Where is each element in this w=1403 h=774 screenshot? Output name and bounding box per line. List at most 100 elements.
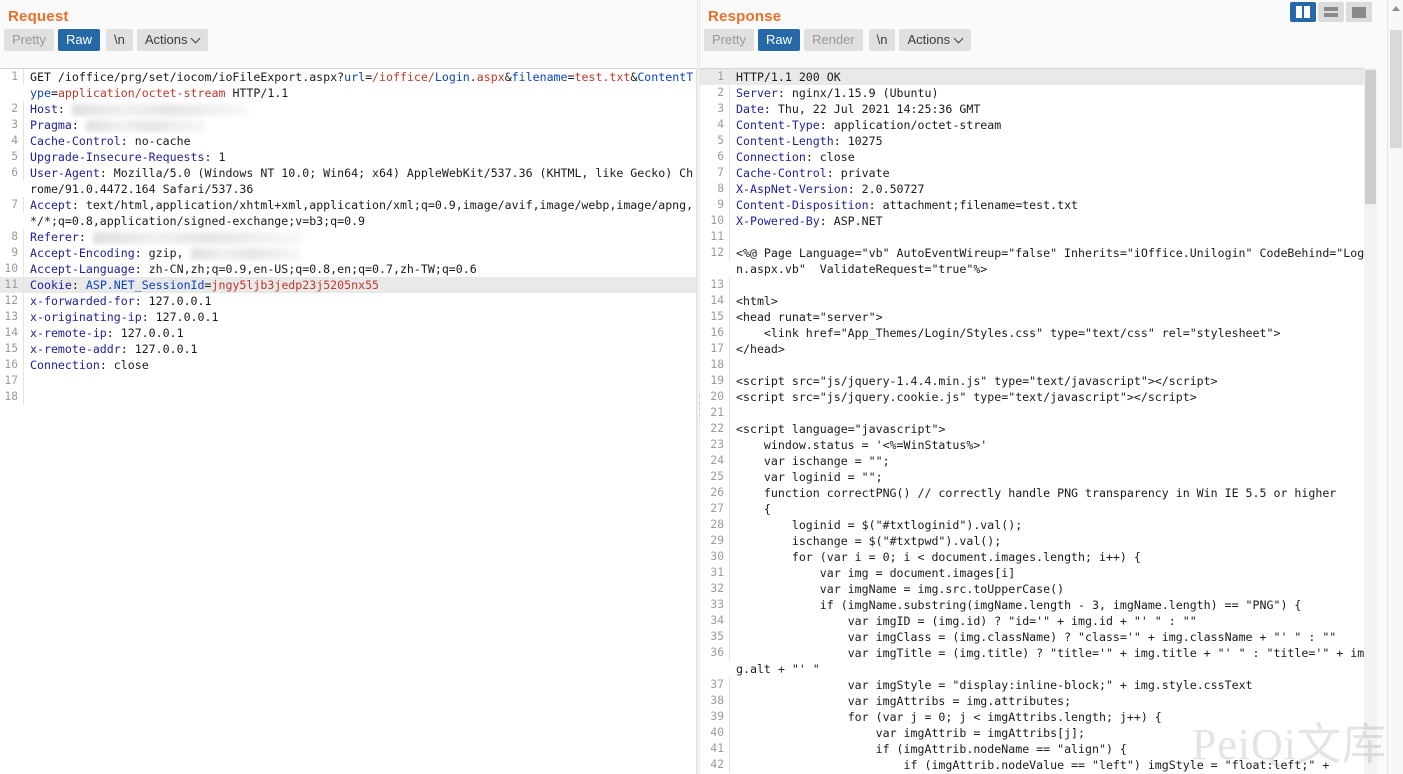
code-line: 23 window.status = '<%=WinStatus%>' bbox=[700, 437, 1377, 453]
code-line: 32 var imgName = img.src.toUpperCase() bbox=[700, 581, 1377, 597]
response-tab-render[interactable]: Render bbox=[803, 29, 863, 51]
code-line: 14 <html> bbox=[700, 293, 1377, 309]
code-line: 17 bbox=[0, 373, 696, 389]
code-line: 2 Host: bbox=[0, 101, 696, 117]
line-number: 15 bbox=[0, 341, 24, 357]
line-content: Content-Type: application/octet-stream bbox=[736, 118, 1002, 132]
request-title: Request bbox=[8, 8, 69, 25]
code-line: 28 loginid = $("#txtloginid").val(); bbox=[700, 517, 1377, 533]
response-actions-label: Actions bbox=[907, 32, 951, 47]
code-line: 40 var imgAttrib = imgAttribs[j]; bbox=[700, 725, 1377, 741]
request-code-area[interactable]: 1 GET /ioffice/prg/set/iocom/ioFileExport… bbox=[0, 69, 696, 774]
line-number: 13 bbox=[0, 309, 24, 325]
code-line: 25 var loginid = ""; bbox=[700, 469, 1377, 485]
line-number: 40 bbox=[700, 725, 730, 741]
response-tab-pretty[interactable]: Pretty bbox=[704, 29, 754, 51]
line-content: var imgAttrib = imgAttribs[j]; bbox=[736, 726, 1086, 740]
response-vertical-scrollbar[interactable] bbox=[1364, 68, 1377, 774]
split-horizontal-view-button[interactable] bbox=[1318, 2, 1344, 22]
line-number: 11 bbox=[700, 229, 730, 245]
line-number: 5 bbox=[0, 149, 24, 165]
line-number: 10 bbox=[700, 213, 730, 229]
window-vertical-scrollbar[interactable] bbox=[1387, 0, 1403, 774]
line-content: <%@ Page Language="vb" AutoEventWireup="… bbox=[736, 246, 1372, 276]
response-editor[interactable]: 1 HTTP/1.1 200 OK 2 Server: nginx/1.15.9 (U… bbox=[700, 68, 1377, 774]
code-line: 5 Upgrade-Insecure-Requests: 1 bbox=[0, 149, 696, 165]
line-content: X-AspNet-Version: 2.0.50727 bbox=[736, 182, 925, 196]
line-number: 18 bbox=[0, 389, 24, 405]
line-content: var loginid = ""; bbox=[736, 470, 883, 484]
line-content: User-Agent: Mozilla/5.0 (Windows NT 10.0… bbox=[30, 166, 694, 196]
line-number: 27 bbox=[700, 501, 730, 517]
line-number: 19 bbox=[700, 373, 730, 389]
line-number: 13 bbox=[700, 277, 730, 293]
code-line: 9 Accept-Encoding: gzip, bbox=[0, 245, 696, 261]
line-number: 11 bbox=[0, 277, 24, 293]
line-number: 32 bbox=[700, 581, 730, 597]
line-content bbox=[730, 357, 1377, 373]
line-number: 18 bbox=[700, 357, 730, 373]
code-line: 6 Connection: close bbox=[700, 149, 1377, 165]
code-line: 12 x-forwarded-for: 127.0.0.1 bbox=[0, 293, 696, 309]
code-line: 29 ischange = $("#txtpwd").val(); bbox=[700, 533, 1377, 549]
line-number: 41 bbox=[700, 741, 730, 757]
line-number: 23 bbox=[700, 437, 730, 453]
code-line: 16 Connection: close bbox=[0, 357, 696, 373]
line-number: 20 bbox=[700, 389, 730, 405]
line-content: var imgClass = (img.className) ? "class=… bbox=[736, 630, 1337, 644]
line-number: 38 bbox=[700, 693, 730, 709]
request-tab-raw[interactable]: Raw bbox=[57, 29, 100, 51]
request-actions-button[interactable]: Actions bbox=[136, 29, 209, 51]
code-line: 4 Cache-Control: no-cache bbox=[0, 133, 696, 149]
line-content: <script src="js/jquery-1.4.4.min.js" typ… bbox=[736, 374, 1218, 388]
single-pane-view-button[interactable] bbox=[1346, 2, 1372, 22]
window-scroll-thumb[interactable] bbox=[1390, 30, 1402, 148]
line-number: 34 bbox=[700, 613, 730, 629]
line-number: 6 bbox=[0, 165, 24, 181]
line-number: 24 bbox=[700, 453, 730, 469]
request-tab-pretty[interactable]: Pretty bbox=[4, 29, 54, 51]
request-tab-newline[interactable]: \n bbox=[105, 29, 133, 51]
line-number: 17 bbox=[0, 373, 24, 389]
line-number: 31 bbox=[700, 565, 730, 581]
line-number: 26 bbox=[700, 485, 730, 501]
line-content: GET /ioffice/prg/set/iocom/ioFileExport.… bbox=[30, 70, 694, 100]
line-content: x-forwarded-for: 127.0.0.1 bbox=[30, 294, 212, 308]
line-number: 3 bbox=[700, 101, 730, 117]
code-line: 8 Referer: bbox=[0, 229, 696, 245]
response-tab-raw[interactable]: Raw bbox=[757, 29, 800, 51]
request-pane: Request Pretty Raw \n Actions 1 GET /ioff… bbox=[0, 0, 697, 774]
line-content: Pragma: bbox=[24, 117, 696, 133]
code-line: 10 X-Powered-By: ASP.NET bbox=[700, 213, 1377, 229]
line-content bbox=[730, 277, 1377, 293]
line-number: 29 bbox=[700, 533, 730, 549]
code-line: 15 x-remote-addr: 127.0.0.1 bbox=[0, 341, 696, 357]
line-content bbox=[730, 229, 1377, 245]
split-vertical-view-button[interactable] bbox=[1290, 2, 1316, 22]
code-line: 15 <head runat="server"> bbox=[700, 309, 1377, 325]
line-number: 14 bbox=[700, 293, 730, 309]
code-line: 19 <script src="js/jquery-1.4.4.min.js" t… bbox=[700, 373, 1377, 389]
response-code-area[interactable]: 1 HTTP/1.1 200 OK 2 Server: nginx/1.15.9 (U… bbox=[700, 69, 1377, 774]
scroll-up-arrow-icon[interactable] bbox=[1392, 6, 1400, 11]
code-line: 2 Server: nginx/1.15.9 (Ubuntu) bbox=[700, 85, 1377, 101]
line-number: 25 bbox=[700, 469, 730, 485]
line-content: if (imgAttrib.nodeValue == "left") imgSt… bbox=[736, 758, 1330, 772]
line-number: 1 bbox=[0, 69, 24, 85]
line-number: 12 bbox=[700, 245, 730, 261]
code-line: 13 bbox=[700, 277, 1377, 293]
line-content: Cache-Control: private bbox=[736, 166, 890, 180]
line-content: HTTP/1.1 200 OK bbox=[736, 70, 841, 84]
line-content: <script language="javascript"> bbox=[736, 422, 946, 436]
code-line: 26 function correctPNG() // correctly ha… bbox=[700, 485, 1377, 501]
response-scroll-thumb[interactable] bbox=[1365, 70, 1376, 204]
line-content: for (var i = 0; i < document.images.leng… bbox=[736, 550, 1141, 564]
line-content: x-remote-addr: 127.0.0.1 bbox=[30, 342, 198, 356]
line-number: 14 bbox=[0, 325, 24, 341]
line-content: Accept-Encoding: gzip, bbox=[24, 245, 696, 261]
request-editor[interactable]: 1 GET /ioffice/prg/set/iocom/ioFileExport… bbox=[0, 68, 697, 774]
code-line: 17 </head> bbox=[700, 341, 1377, 357]
response-actions-button[interactable]: Actions bbox=[899, 29, 972, 51]
line-number: 9 bbox=[700, 197, 730, 213]
response-tab-newline[interactable]: \n bbox=[868, 29, 896, 51]
